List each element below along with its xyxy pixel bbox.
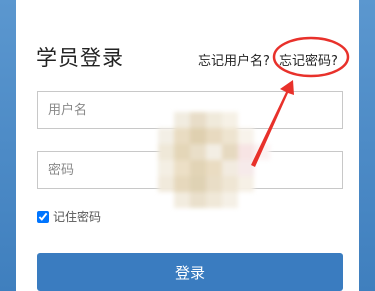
forgot-password-link[interactable]: 忘记密码?	[279, 50, 338, 69]
background-right	[359, 0, 375, 291]
login-card: 学员登录 忘记用户名? 忘记密码? 记住密码 登录	[16, 0, 359, 291]
forgot-username-link[interactable]: 忘记用户名?	[198, 50, 270, 69]
page-title: 学员登录	[36, 46, 124, 70]
remember-label: 记住密码	[53, 210, 102, 224]
remember-password[interactable]: 记住密码	[37, 208, 101, 225]
remember-checkbox[interactable]	[37, 210, 49, 223]
login-button[interactable]: 登录	[37, 253, 343, 291]
password-input[interactable]	[37, 151, 343, 189]
background-left	[0, 0, 16, 291]
username-input[interactable]	[37, 91, 343, 129]
